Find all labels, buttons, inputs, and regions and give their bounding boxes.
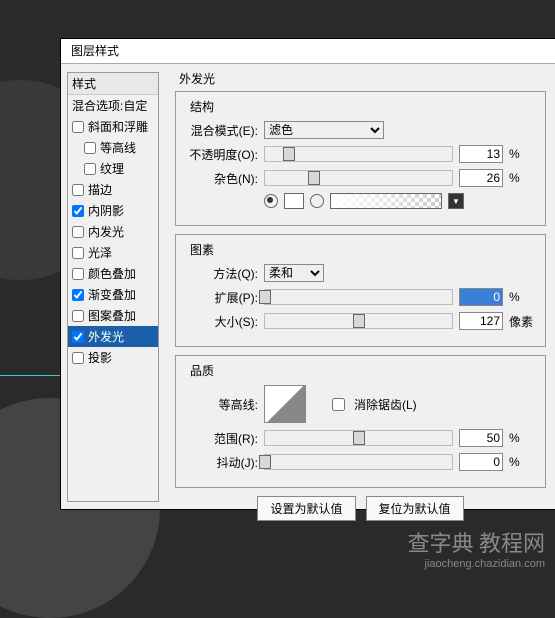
structure-group: 结构 混合模式(E): 滤色 不透明度(O): % 杂色(N): % — [175, 91, 546, 226]
effect-checkbox[interactable] — [72, 226, 84, 238]
sidebar-item-effect[interactable]: 颜色叠加 — [68, 263, 158, 284]
jitter-label: 抖动(J): — [186, 454, 258, 471]
effect-checkbox[interactable] — [72, 289, 84, 301]
panel-title: 外发光 — [175, 70, 546, 87]
opacity-input[interactable] — [459, 145, 503, 163]
effect-label: 投影 — [88, 349, 112, 366]
sidebar-item-effect[interactable]: 斜面和浮雕 — [68, 116, 158, 137]
effect-label: 斜面和浮雕 — [88, 118, 148, 135]
effect-label: 纹理 — [100, 160, 124, 177]
method-label: 方法(Q): — [186, 265, 258, 282]
size-input[interactable] — [459, 312, 503, 330]
spread-unit: % — [509, 290, 535, 304]
jitter-input[interactable] — [459, 453, 503, 471]
spread-slider[interactable] — [264, 289, 453, 305]
size-slider[interactable] — [264, 313, 453, 329]
watermark-url: jiaocheng.chazidian.com — [407, 558, 545, 570]
sidebar-item-effect[interactable]: 内发光 — [68, 221, 158, 242]
layer-style-dialog: 图层样式 样式 混合选项:自定 斜面和浮雕等高线纹理描边内阴影内发光光泽颜色叠加… — [60, 38, 555, 510]
gradient-dropdown-icon[interactable]: ▼ — [448, 193, 464, 209]
color-swatch[interactable] — [284, 193, 304, 209]
effect-label: 等高线 — [100, 139, 136, 156]
opacity-label: 不透明度(O): — [186, 146, 258, 163]
noise-input[interactable] — [459, 169, 503, 187]
effect-label: 渐变叠加 — [88, 286, 136, 303]
method-select[interactable]: 柔和 — [264, 264, 324, 282]
effect-checkbox[interactable] — [72, 352, 84, 364]
range-input[interactable] — [459, 429, 503, 447]
gradient-picker[interactable] — [330, 193, 442, 209]
effect-label: 描边 — [88, 181, 112, 198]
jitter-slider[interactable] — [264, 454, 453, 470]
effect-checkbox[interactable] — [72, 268, 84, 280]
sidebar-item-effect[interactable]: 渐变叠加 — [68, 284, 158, 305]
effect-checkbox[interactable] — [84, 142, 96, 154]
effect-checkbox[interactable] — [72, 121, 84, 133]
quality-group: 品质 等高线: 消除锯齿(L) 范围(R): % 抖动(J): — [175, 355, 546, 488]
antialias-checkbox[interactable] — [332, 398, 345, 411]
reset-default-button[interactable]: 复位为默认值 — [366, 496, 464, 521]
styles-sidebar: 样式 混合选项:自定 斜面和浮雕等高线纹理描边内阴影内发光光泽颜色叠加渐变叠加图… — [67, 72, 159, 502]
watermark-title: 查字典 教程网 — [407, 526, 545, 558]
sidebar-item-effect[interactable]: 等高线 — [68, 137, 158, 158]
range-slider[interactable] — [264, 430, 453, 446]
element-group: 图素 方法(Q): 柔和 扩展(P): % 大小(S): 像素 — [175, 234, 546, 347]
element-legend: 图素 — [186, 241, 218, 258]
quality-legend: 品质 — [186, 362, 218, 379]
effect-checkbox[interactable] — [84, 163, 96, 175]
sidebar-item-effect[interactable]: 外发光 — [68, 326, 158, 347]
sidebar-item-effect[interactable]: 描边 — [68, 179, 158, 200]
effect-label: 内发光 — [88, 223, 124, 240]
dialog-title: 图层样式 — [61, 39, 555, 64]
sidebar-item-effect[interactable]: 纹理 — [68, 158, 158, 179]
range-unit: % — [509, 431, 535, 445]
sidebar-header: 样式 — [68, 73, 158, 95]
effect-checkbox[interactable] — [72, 310, 84, 322]
effect-checkbox[interactable] — [72, 247, 84, 259]
effect-label: 光泽 — [88, 244, 112, 261]
sidebar-item-effect[interactable]: 内阴影 — [68, 200, 158, 221]
contour-label: 等高线: — [186, 396, 258, 413]
blend-options-item[interactable]: 混合选项:自定 — [68, 95, 158, 116]
effect-checkbox[interactable] — [72, 331, 84, 343]
size-label: 大小(S): — [186, 313, 258, 330]
sidebar-item-effect[interactable]: 光泽 — [68, 242, 158, 263]
range-label: 范围(R): — [186, 430, 258, 447]
spread-input[interactable] — [459, 288, 503, 306]
sidebar-item-effect[interactable]: 图案叠加 — [68, 305, 158, 326]
color-radio[interactable] — [264, 194, 278, 208]
noise-slider[interactable] — [264, 170, 453, 186]
noise-unit: % — [509, 171, 535, 185]
antialias-label: 消除锯齿(L) — [354, 396, 417, 413]
jitter-unit: % — [509, 455, 535, 469]
effect-label: 内阴影 — [88, 202, 124, 219]
noise-label: 杂色(N): — [186, 170, 258, 187]
effect-label: 图案叠加 — [88, 307, 136, 324]
effect-label: 颜色叠加 — [88, 265, 136, 282]
blend-mode-select[interactable]: 滤色 — [264, 121, 384, 139]
effect-checkbox[interactable] — [72, 184, 84, 196]
structure-legend: 结构 — [186, 98, 218, 115]
gradient-radio[interactable] — [310, 194, 324, 208]
set-default-button[interactable]: 设置为默认值 — [257, 496, 355, 521]
effect-checkbox[interactable] — [72, 205, 84, 217]
spread-label: 扩展(P): — [186, 289, 258, 306]
effect-label: 外发光 — [88, 328, 124, 345]
opacity-slider[interactable] — [264, 146, 453, 162]
opacity-unit: % — [509, 147, 535, 161]
watermark: 查字典 教程网 jiaocheng.chazidian.com — [407, 526, 545, 570]
contour-picker[interactable] — [264, 385, 306, 423]
size-unit: 像素 — [509, 313, 535, 330]
sidebar-item-effect[interactable]: 投影 — [68, 347, 158, 368]
blend-mode-label: 混合模式(E): — [186, 122, 258, 139]
